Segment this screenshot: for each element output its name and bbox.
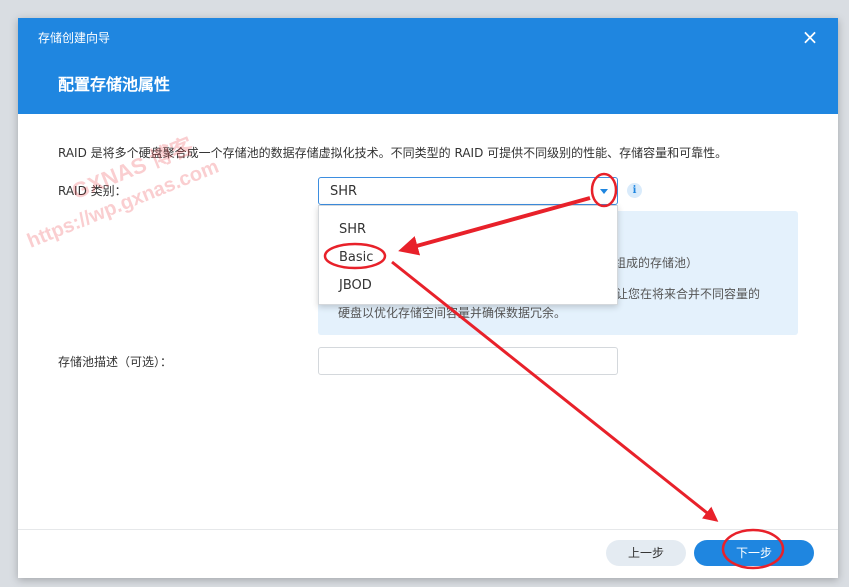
highlight-circle-basic [323, 242, 387, 270]
annotation-arrow-2 [391, 260, 719, 522]
annotation-overlay [323, 172, 785, 570]
highlight-circle-next [721, 528, 785, 570]
annotation-arrow-1 [398, 196, 591, 256]
highlight-circle-chevron [590, 172, 618, 208]
